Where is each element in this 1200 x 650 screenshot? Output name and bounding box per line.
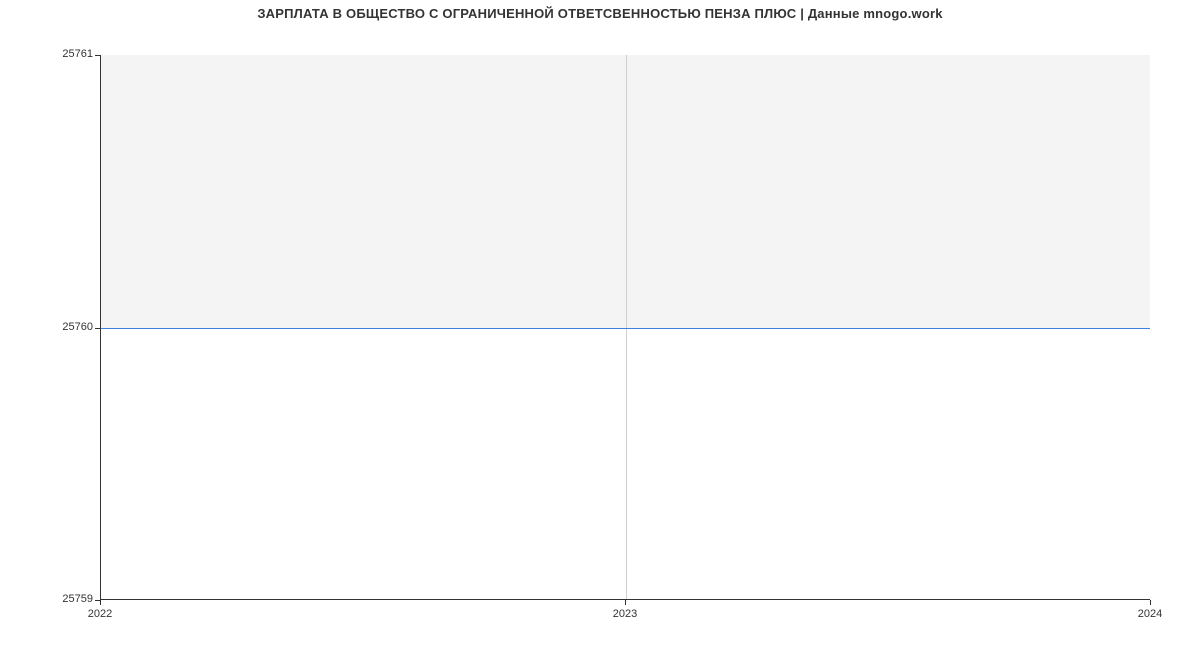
x-tick-label-0: 2022: [88, 608, 112, 620]
y-tick-mark: [95, 328, 100, 329]
line-chart: ЗАРПЛАТА В ОБЩЕСТВО С ОГРАНИЧЕННОЙ ОТВЕТ…: [0, 0, 1200, 650]
y-tick-label-bottom: 25759: [45, 593, 93, 605]
plot-area: [100, 55, 1150, 600]
x-tick-mark: [625, 600, 626, 605]
x-tick-mark: [1150, 600, 1151, 605]
x-tick-mark: [100, 600, 101, 605]
x-tick-label-2: 2024: [1138, 608, 1162, 620]
chart-title: ЗАРПЛАТА В ОБЩЕСТВО С ОГРАНИЧЕННОЙ ОТВЕТ…: [0, 6, 1200, 21]
y-tick-mark: [95, 55, 100, 56]
y-tick-label-top: 25761: [45, 48, 93, 60]
data-line: [101, 328, 1150, 329]
x-tick-label-1: 2023: [613, 608, 637, 620]
y-tick-label-mid: 25760: [45, 321, 93, 333]
